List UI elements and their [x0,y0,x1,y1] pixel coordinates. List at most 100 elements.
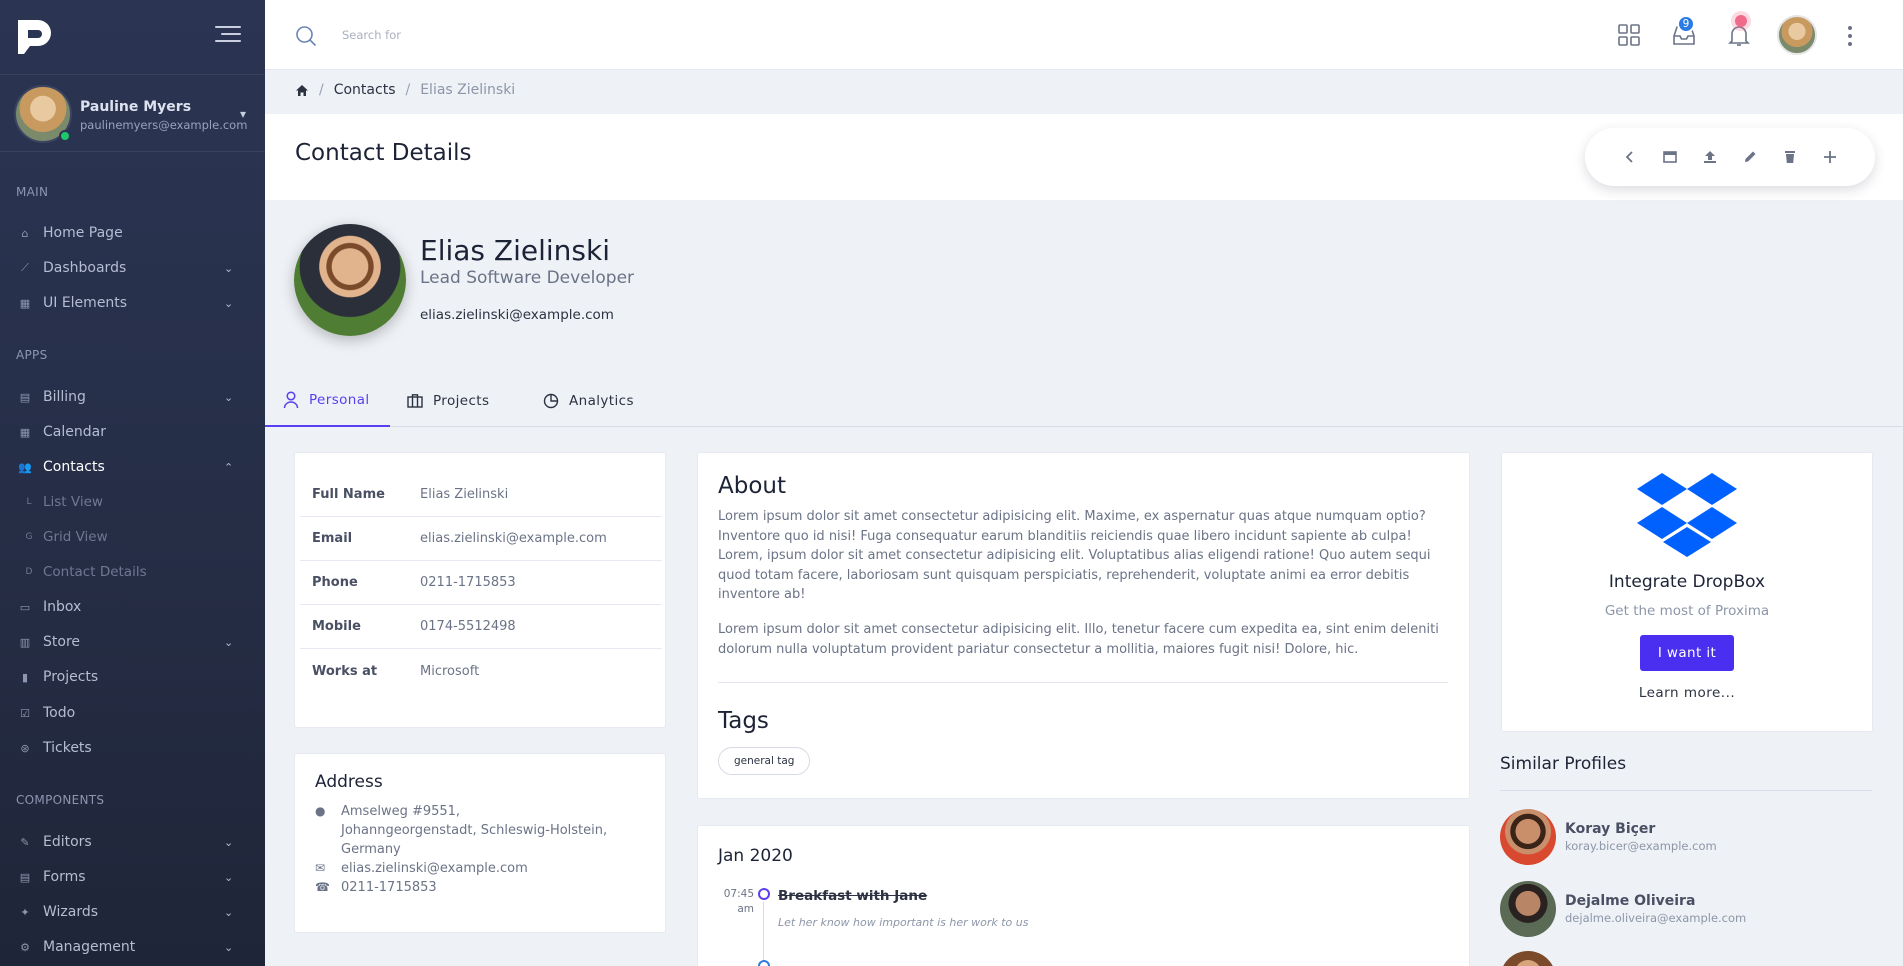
address-line: Germany [341,842,401,857]
apps-grid-icon[interactable] [1616,22,1642,48]
learn-more-link[interactable]: Learn more... [1502,685,1872,701]
envelope-icon: ✉ [315,861,326,875]
profile-tabs: Personal Projects Analytics [265,374,1903,427]
info-value: 0211-1715853 [420,575,516,590]
info-value: elias.zielinski@example.com [420,531,607,546]
timeline-event[interactable]: Breakfast with Jane [778,888,927,904]
sidebar-item-label: Management [43,939,136,955]
sidebar-item-store[interactable]: ▥ Store ⌄ [0,626,265,658]
chevron-down-icon: ⌄ [224,940,234,954]
integrate-title: Integrate DropBox [1608,572,1766,592]
i-want-it-button[interactable]: I want it [1640,635,1734,671]
similar-profiles-title: Similar Profiles [1500,754,1627,774]
sidebar-item-label: Billing [43,389,86,405]
tab-analytics[interactable]: Analytics [527,374,650,427]
info-row: Phone 0211-1715853 [300,561,662,605]
menu-toggle-icon[interactable] [215,26,241,44]
upload-icon[interactable] [1701,148,1719,166]
profile-role: Lead Software Developer [420,268,635,288]
sidebar-subitem-list-view[interactable]: L List View [0,486,265,518]
sidebar-item-editors[interactable]: ✎ Editors ⌄ [0,826,265,858]
info-value: Microsoft [420,663,480,679]
back-icon[interactable] [1621,148,1639,166]
address-line: Amselweg #9551, [341,804,461,819]
section-components: COMPONENTS [16,793,105,807]
lifebuoy-icon: ⊛ [20,741,30,755]
topbar [265,0,1903,70]
tab-projects[interactable]: Projects [391,374,505,427]
integrate-card: Integrate DropBox Get the most of Proxim… [1501,452,1873,732]
breadcrumb-contacts[interactable]: Contacts [334,82,396,98]
address-phone-value[interactable]: 0211-1715853 [341,878,437,897]
edit-icon[interactable] [1741,148,1759,166]
similar-profile-email: dejalme.oliveira@example.com [1565,911,1747,925]
profile-email[interactable]: elias.zielinski@example.com [420,307,614,323]
sidebar-item-todo[interactable]: ☑ Todo [0,697,265,729]
sidebar-item-contacts[interactable]: 👥 Contacts ⌃ [0,451,265,483]
sidebar-user[interactable]: Pauline Myers paulinemyers@example.com ▾ [0,74,265,152]
similar-profile-name[interactable]: Dejalme Oliveira [1565,893,1695,909]
sidebar-subitem-contact-details[interactable]: D Contact Details [0,556,265,588]
info-key: Works at [312,663,378,679]
sidebar-item-management[interactable]: ⚙ Management ⌄ [0,931,265,963]
trash-icon[interactable] [1781,148,1799,166]
tag-pill[interactable]: general tag [718,747,811,775]
sidebar-item-label: Inbox [43,599,82,615]
sidebar-item-forms[interactable]: ▤ Forms ⌄ [0,861,265,893]
divider [718,682,1448,683]
breadcrumb-separator: / [405,82,411,98]
check-square-icon: ☑ [20,706,30,720]
avatar[interactable] [1500,881,1556,937]
user-icon [283,390,299,408]
sidebar-item-label: Editors [43,834,92,850]
logo[interactable] [14,16,56,56]
address-email-value[interactable]: elias.zielinski@example.com [341,859,528,878]
timeline-line [763,902,764,962]
sidebar-item-projects[interactable]: ▮ Projects [0,661,265,693]
avatar[interactable] [1500,809,1556,865]
search-icon[interactable] [295,25,317,47]
card-icon[interactable] [1661,148,1679,166]
timeline-card: Jan 2020 07:45 am Breakfast with Jane Let… [697,825,1470,966]
divider [1500,790,1872,791]
profile-photo [294,224,406,336]
store-icon: ▥ [19,635,31,649]
sidebar-item-tickets[interactable]: ⊛ Tickets [0,732,265,764]
sidebar-item-label: Forms [43,869,86,885]
home-icon: ⌂ [21,226,29,240]
tags-title: Tags [718,708,769,734]
sidebar-item-calendar[interactable]: ▦ Calendar [0,416,265,448]
sidebar: Pauline Myers paulinemyers@example.com ▾… [0,0,265,966]
sidebar-item-inbox[interactable]: ▭ Inbox [0,591,265,623]
sidebar-item-label: Todo [43,705,76,721]
sidebar-item-label: Grid View [43,529,108,545]
users-icon: 👥 [18,460,32,474]
similar-profile-name[interactable]: Koray Biçer [1565,821,1655,837]
tab-label: Analytics [569,392,634,409]
sidebar-item-ui-elements[interactable]: ▦ UI Elements ⌄ [0,287,265,319]
search-input[interactable] [342,22,642,48]
avatar[interactable] [1777,15,1817,55]
sidebar-subitem-grid-view[interactable]: G Grid View [0,521,265,553]
sidebar-item-wizards[interactable]: ✦ Wizards ⌄ [0,896,265,928]
time-ampm: am [737,903,754,915]
info-row: Works at Microsoft [300,649,662,693]
dropbox-logo-icon [1637,473,1737,557]
letter-d-icon: D [25,567,33,577]
sidebar-item-home[interactable]: ⌂ Home Page [0,217,265,249]
sidebar-item-dashboards[interactable]: ⟋ Dashboards ⌄ [0,252,265,284]
plus-icon[interactable] [1821,148,1839,166]
tab-personal[interactable]: Personal [265,374,390,427]
home-icon[interactable] [295,84,309,97]
sidebar-item-label: Projects [43,669,99,685]
avatar[interactable] [1500,951,1556,966]
more-vertical-icon[interactable] [1848,26,1854,46]
contact-info-card: Full Name Elias Zielinski Email elias.ziel… [294,452,666,728]
chevron-down-icon[interactable]: ▾ [240,107,246,121]
sidebar-item-billing[interactable]: ▤ Billing ⌄ [0,381,265,413]
chevron-down-icon: ⌄ [224,635,234,649]
chart-line-icon: ⟋ [21,261,29,274]
form-icon: ▤ [19,870,31,884]
timeline-note: Let her know how important is her work t… [778,916,1029,929]
sidebar-item-label: Contacts [43,459,105,475]
